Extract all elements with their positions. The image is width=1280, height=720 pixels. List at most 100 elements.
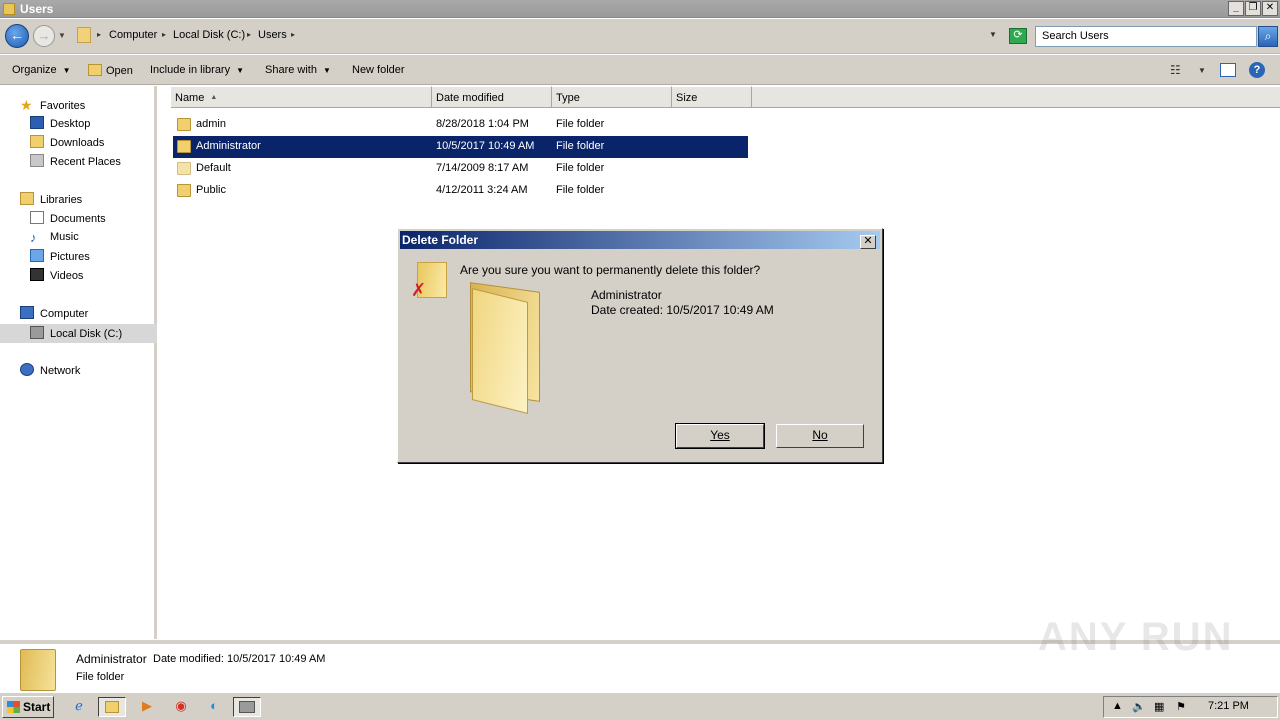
action-center-flag-icon[interactable]: ⚑ (1176, 700, 1186, 713)
chevron-right-icon[interactable]: ▸ (247, 30, 251, 39)
column-header-size[interactable]: Size (672, 86, 752, 108)
start-button[interactable]: Start (2, 696, 54, 718)
dialog-titlebar: Delete Folder ✕ (400, 231, 880, 249)
nav-network[interactable]: Network (20, 363, 80, 380)
printer-icon (239, 701, 255, 713)
file-row-default[interactable]: Default 7/14/2009 8:17 AM File folder (173, 158, 748, 180)
clock[interactable]: 7:21 PM (1208, 700, 1249, 712)
file-type: File folder (556, 184, 605, 196)
new-folder-button[interactable]: New folder (352, 64, 405, 76)
chevron-down-icon[interactable]: ▼ (1198, 66, 1206, 75)
address-bar[interactable]: ▸ Computer ▸ Local Disk (C:) ▸ Users ▸ ▼ (73, 25, 1005, 47)
nav-pictures-label: Pictures (50, 251, 90, 263)
nav-computer[interactable]: Computer (20, 306, 88, 323)
breadcrumb-users[interactable]: Users (258, 29, 287, 41)
file-date: 10/5/2017 10:49 AM (436, 140, 535, 152)
watermark: ANY RUN (1038, 615, 1234, 659)
system-tray: ▲ 🔈 ▦ ⚑ 7:21 PM (1103, 696, 1278, 718)
column-header-type[interactable]: Type (552, 86, 672, 108)
nav-desktop[interactable]: Desktop (30, 116, 90, 133)
open-button[interactable]: Open (88, 64, 133, 77)
nav-pictures[interactable]: Pictures (30, 249, 90, 266)
folder-icon (105, 701, 119, 713)
close-button[interactable]: ✕ (1262, 1, 1278, 16)
nav-downloads[interactable]: Downloads (30, 135, 104, 152)
chevron-right-icon[interactable]: ▸ (162, 30, 166, 39)
chevron-down-icon: ▼ (62, 66, 71, 75)
details-name: Administrator (76, 652, 147, 666)
show-hidden-icons-icon[interactable]: ▲ (1112, 700, 1123, 712)
file-date: 7/14/2009 8:17 AM (436, 162, 529, 174)
explorer-taskbar-button[interactable] (98, 697, 126, 717)
chrome-icon[interactable]: ◉ (167, 697, 195, 717)
no-button[interactable]: No (776, 424, 864, 448)
chevron-right-icon[interactable]: ▸ (291, 30, 295, 39)
close-icon[interactable]: ✕ (860, 235, 876, 249)
nav-favorites[interactable]: ★ Favorites (20, 97, 85, 114)
no-label: No (812, 428, 828, 442)
nav-libraries[interactable]: Libraries (20, 192, 82, 209)
column-header-date-modified[interactable]: Date modified (432, 86, 552, 108)
back-button[interactable]: ← (5, 24, 29, 48)
share-with-button[interactable]: Share with ▼ (265, 64, 331, 76)
navigation-pane: ★ Favorites Desktop Downloads Recent Plac… (0, 86, 157, 639)
column-header-name[interactable]: Name ▲ (171, 86, 432, 108)
search-input[interactable]: Search Users (1035, 26, 1257, 47)
nav-music[interactable]: ♪ Music (30, 230, 79, 247)
window-titlebar: Users _ ❐ ✕ (0, 0, 1280, 18)
details-type: File folder (76, 671, 125, 683)
folder-icon (177, 184, 191, 197)
large-folder-icon (470, 282, 550, 414)
nav-local-disk-label: Local Disk (C:) (50, 328, 123, 340)
organize-button[interactable]: Organize ▼ (12, 64, 71, 76)
file-row-public[interactable]: Public 4/12/2011 3:24 AM File folder (173, 180, 748, 202)
file-name: Administrator (196, 140, 261, 152)
yes-button[interactable]: Yes (675, 423, 765, 449)
help-icon[interactable]: ? (1249, 62, 1265, 78)
share-with-label: Share with (265, 64, 317, 76)
file-name: admin (196, 118, 226, 130)
media-player-icon[interactable]: ▶ (133, 697, 161, 717)
minimize-button[interactable]: _ (1228, 1, 1244, 16)
nav-computer-label: Computer (40, 308, 89, 320)
music-icon: ♪ (30, 230, 37, 245)
file-row-admin[interactable]: admin 8/28/2018 1:04 PM File folder (173, 114, 748, 136)
details-date: Date modified: 10/5/2017 10:49 AM (153, 653, 326, 665)
file-name: Default (196, 162, 231, 174)
nav-recent-places-label: Recent Places (50, 156, 121, 168)
internet-explorer-icon[interactable]: ℯ (65, 697, 93, 717)
volume-icon[interactable]: 🔈 (1132, 700, 1146, 713)
nav-documents[interactable]: Documents (30, 211, 106, 228)
breadcrumb-computer[interactable]: Computer (109, 29, 157, 41)
include-in-library-button[interactable]: Include in library ▼ (150, 64, 244, 76)
maximize-button[interactable]: ❐ (1245, 1, 1261, 16)
nav-local-disk[interactable]: Local Disk (C:) (0, 324, 157, 343)
nav-network-label: Network (40, 365, 81, 377)
edge-icon[interactable]: ◐ (200, 697, 228, 717)
file-date: 8/28/2018 1:04 PM (436, 118, 529, 130)
change-view-icon[interactable]: ☷ (1170, 63, 1181, 77)
nav-videos[interactable]: Videos (30, 268, 83, 285)
nav-downloads-label: Downloads (50, 137, 105, 149)
refresh-button[interactable]: ⟳ (1009, 28, 1027, 44)
nav-favorites-label: Favorites (40, 100, 86, 112)
file-type: File folder (556, 140, 605, 152)
preview-pane-icon[interactable] (1220, 63, 1236, 77)
address-history-dropdown[interactable]: ▼ (989, 30, 997, 39)
open-label: Open (106, 65, 133, 77)
chevron-right-icon[interactable]: ▸ (97, 30, 101, 39)
delete-folder-dialog: Delete Folder ✕ ✗ Are you sure you want … (397, 228, 883, 463)
search-icon[interactable]: ⌕ (1258, 26, 1278, 47)
videos-icon (30, 268, 44, 281)
network-status-icon[interactable]: ▦ (1154, 700, 1164, 713)
file-type: File folder (556, 162, 605, 174)
recent-places-icon (30, 154, 44, 167)
printer-taskbar-button[interactable] (233, 697, 261, 717)
nav-recent-places[interactable]: Recent Places (30, 154, 121, 171)
breadcrumb-local-disk[interactable]: Local Disk (C:) (173, 29, 245, 41)
recent-pages-dropdown[interactable]: ▼ (58, 31, 66, 40)
folder-front-shape (472, 288, 528, 414)
forward-button[interactable]: → (33, 25, 55, 47)
folder-icon (3, 3, 15, 15)
file-row-administrator[interactable]: Administrator 10/5/2017 10:49 AM File fo… (173, 136, 748, 158)
